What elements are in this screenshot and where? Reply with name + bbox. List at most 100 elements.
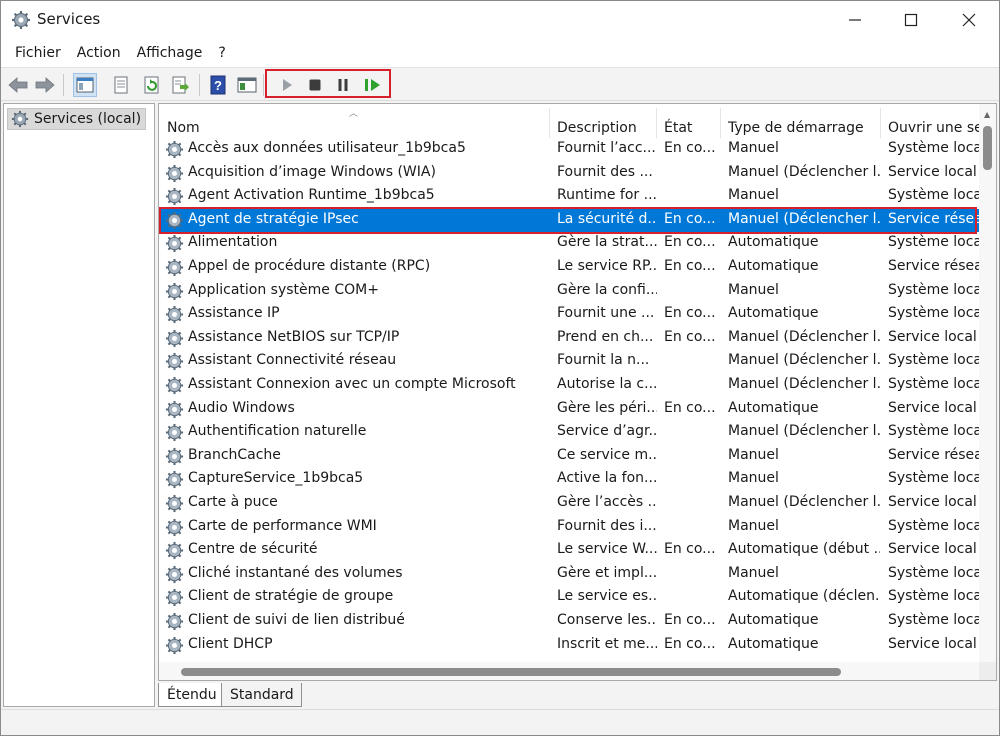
column-header-ouvrir-session[interactable]: Ouvrir une se: [880, 104, 979, 142]
service-description: Inscrit et me...: [557, 635, 657, 652]
service-name: Cliché instantané des volumes: [188, 564, 403, 581]
service-gear-icon: [165, 636, 184, 654]
table-row[interactable]: Assistant Connectivité réseau Fournit la …: [159, 350, 979, 374]
table-row[interactable]: Assistant Connexion avec un compte Micro…: [159, 374, 979, 398]
service-startup-type: Automatique: [728, 258, 819, 274]
mmc-view-icon: [237, 77, 257, 93]
forward-arrow-icon: [35, 77, 55, 93]
service-gear-icon: [165, 589, 184, 607]
table-row[interactable]: Acquisition d’image Windows (WIA) Fournit…: [159, 162, 979, 186]
table-row[interactable]: Carte de performance WMI Fournit des i...…: [159, 516, 979, 540]
menu-affichage[interactable]: Affichage: [129, 41, 211, 65]
table-row[interactable]: Accès aux données utilisateur_1b9bca5 Fou…: [159, 138, 979, 162]
services-list-pane: ︿ Nom Description État Type de démarrage…: [158, 103, 997, 681]
service-name: Agent Activation Runtime_1b9bca5: [188, 187, 435, 204]
menu-help[interactable]: ?: [210, 41, 233, 65]
service-logon-as: Système local: [888, 423, 979, 440]
forward-button[interactable]: [33, 73, 57, 97]
service-logon-as: Système local: [888, 470, 979, 487]
table-row[interactable]: Cliché instantané des volumes Gère et imp…: [159, 563, 979, 587]
table-row[interactable]: BranchCache Ce service m... Manuel Service …: [159, 445, 979, 469]
service-status: En co...: [664, 305, 716, 322]
close-button[interactable]: [943, 1, 995, 39]
service-description: Gère et impl...: [557, 564, 657, 581]
service-gear-icon: [165, 140, 184, 159]
show-console-tree-button[interactable]: [73, 73, 97, 97]
table-row[interactable]: Carte à puce Gère l’accès ... Manuel (Décl…: [159, 492, 979, 516]
service-status: En co...: [664, 258, 716, 274]
table-row[interactable]: Alimentation Gère la strat... En co... Auto…: [159, 232, 979, 256]
service-status: En co...: [664, 328, 716, 345]
service-logon-as: Service réseau: [888, 258, 979, 274]
service-startup-type: Manuel: [728, 187, 779, 204]
table-row-selected[interactable]: Agent de stratégie IPsec La sécurité d...…: [159, 208, 979, 233]
tab-standard[interactable]: Standard: [222, 683, 302, 707]
service-logon-as: Système local: [888, 234, 979, 251]
help-icon: ?: [210, 75, 226, 95]
service-name: Client de stratégie de groupe: [188, 588, 394, 605]
back-button[interactable]: [6, 73, 30, 97]
service-logon-as: Système local: [888, 352, 979, 369]
export-list-button[interactable]: [168, 73, 192, 97]
help-button[interactable]: ?: [206, 73, 230, 97]
table-row[interactable]: Centre de sécurité Le service W... En co..…: [159, 539, 979, 563]
service-gear-icon: [165, 447, 184, 465]
service-logon-as: Système local: [888, 588, 979, 605]
service-gear-icon: [165, 306, 184, 324]
service-startup-type: Manuel: [728, 281, 779, 298]
service-startup-type: Manuel: [728, 517, 779, 534]
column-header-nom[interactable]: Nom: [159, 104, 549, 142]
service-name: Audio Windows: [188, 399, 295, 416]
table-row[interactable]: Client de stratégie de groupe Le service …: [159, 586, 979, 610]
console-tree-icon: [76, 77, 94, 93]
tree-item-services-local[interactable]: Services (local): [7, 108, 147, 130]
menu-fichier[interactable]: Fichier: [7, 41, 69, 65]
properties-button[interactable]: [109, 73, 133, 97]
table-row[interactable]: Appel de procédure distante (RPC) Le serv…: [159, 256, 979, 280]
export-list-icon: [172, 76, 189, 94]
service-name: Acquisition d’image Windows (WIA): [188, 163, 436, 180]
service-startup-type: Automatique (début ...: [728, 541, 880, 558]
services-window: Services Fichier Action Affichage ? ? Se…: [0, 0, 1000, 736]
title-bar[interactable]: Services: [1, 1, 999, 39]
horizontal-scrollbar[interactable]: [159, 662, 979, 680]
column-header-etat[interactable]: État: [656, 104, 720, 142]
refresh-button[interactable]: [140, 73, 164, 97]
service-logon-as: Service local: [888, 541, 977, 558]
tab-etendu[interactable]: Étendu: [158, 683, 222, 707]
service-gear-icon: [165, 565, 184, 583]
status-bar: [1, 709, 999, 735]
horizontal-scroll-thumb[interactable]: [181, 668, 841, 676]
toolbar-separator: [63, 74, 64, 96]
table-row[interactable]: Client de suivi de lien distribué Conserv…: [159, 610, 979, 634]
table-row[interactable]: CaptureService_1b9bca5 Active la fon... Ma…: [159, 468, 979, 492]
service-gear-icon: [165, 235, 184, 253]
table-row[interactable]: Assistance NetBIOS sur TCP/IP Prend en ch…: [159, 327, 979, 351]
service-logon-as: Système local: [888, 140, 979, 156]
maximize-button[interactable]: [885, 1, 937, 39]
table-row[interactable]: Authentification naturelle Service d’agr.…: [159, 421, 979, 445]
service-name: Accès aux données utilisateur_1b9bca5: [188, 140, 466, 156]
service-name: Centre de sécurité: [188, 541, 318, 558]
vertical-scroll-thumb[interactable]: [983, 126, 992, 170]
mmc-view-button[interactable]: [235, 73, 259, 97]
table-row[interactable]: Audio Windows Gère les péri... En co... Aut…: [159, 398, 979, 422]
table-row[interactable]: Client DHCP Inscrit et me... En co... Autom…: [159, 634, 979, 658]
minimize-button[interactable]: [829, 1, 881, 39]
table-row[interactable]: Agent Activation Runtime_1b9bca5 Runtime …: [159, 185, 979, 209]
table-row[interactable]: Application système COM+ Gère la confi...…: [159, 280, 979, 304]
service-description: Gère la confi...: [557, 281, 657, 298]
service-description: Gère la strat...: [557, 234, 657, 251]
vertical-scrollbar[interactable]: ▲: [979, 104, 996, 662]
service-logon-as: Service local: [888, 494, 977, 510]
menu-action[interactable]: Action: [69, 41, 129, 65]
service-description: Le service RP...: [557, 258, 657, 274]
service-gear-icon: [165, 353, 184, 371]
service-status: En co...: [664, 399, 716, 416]
column-header-description[interactable]: Description: [549, 104, 656, 142]
service-logon-as: Système local: [888, 187, 979, 204]
service-logon-as: Service réseau: [888, 446, 979, 463]
column-header-type-demarrage[interactable]: Type de démarrage: [720, 104, 880, 142]
scroll-up-icon[interactable]: ▲: [984, 110, 990, 119]
table-row[interactable]: Assistance IP Fournit une ... En co... Auto…: [159, 303, 979, 327]
